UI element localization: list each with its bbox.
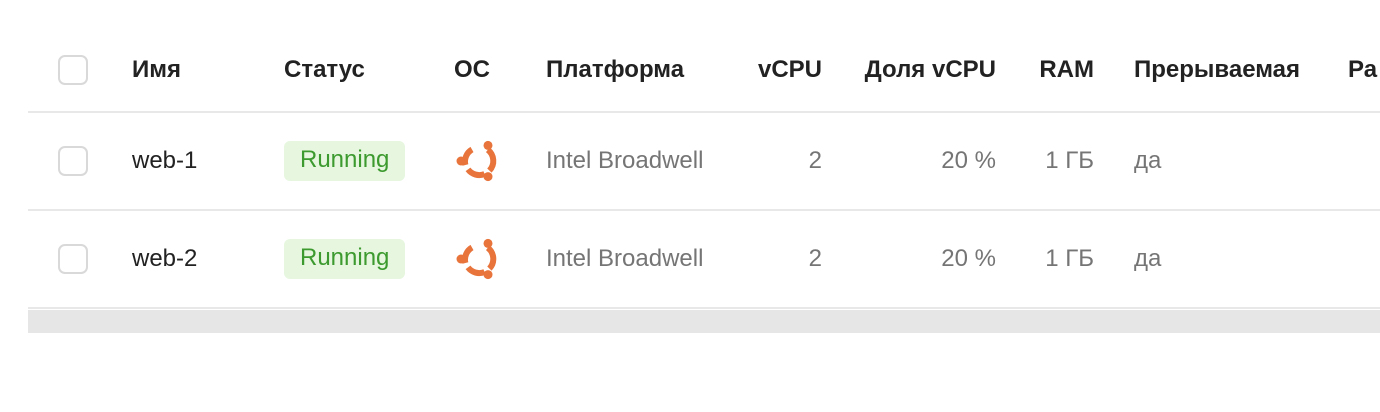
- column-header-status[interactable]: Статус: [284, 28, 365, 111]
- horizontal-scrollbar[interactable]: [28, 310, 1380, 333]
- os-cell: [454, 211, 504, 307]
- instances-table: Имя Статус ОС Платформа vCPU Доля vCPU R…: [28, 28, 1380, 333]
- column-header-ram[interactable]: RAM: [1036, 28, 1094, 111]
- row-checkbox-cell: [58, 113, 98, 209]
- row-checkbox[interactable]: [58, 146, 88, 176]
- column-header-platform[interactable]: Платформа: [546, 28, 684, 111]
- row-checkbox-cell: [58, 211, 98, 307]
- ram-value: 1 ГБ: [1045, 245, 1094, 272]
- platform-value: Intel Broadwell: [546, 245, 704, 272]
- column-header-vcpu-share[interactable]: Доля vCPU: [862, 28, 996, 111]
- ram-value: 1 ГБ: [1045, 147, 1094, 174]
- vcpu-share-value: 20 %: [941, 245, 996, 272]
- ubuntu-icon: [456, 238, 497, 280]
- preemptible-value: да: [1134, 147, 1162, 174]
- instance-name[interactable]: web-2: [132, 211, 197, 307]
- table-row[interactable]: web-1 Running Intel Broadwell 2 20 % 1 Г…: [28, 113, 1380, 211]
- ubuntu-icon: [456, 140, 497, 182]
- column-header-truncated[interactable]: Ра: [1348, 28, 1377, 111]
- vcpu-value: 2: [808, 245, 822, 272]
- status-badge: Running: [284, 141, 406, 181]
- column-header-os[interactable]: ОС: [454, 28, 490, 111]
- row-checkbox[interactable]: [58, 244, 88, 274]
- column-header-preemptible[interactable]: Прерываемая: [1134, 28, 1300, 111]
- status-badge: Running: [284, 239, 406, 279]
- select-all-checkbox[interactable]: [58, 54, 88, 85]
- platform-value: Intel Broadwell: [546, 147, 704, 174]
- preemptible-value: да: [1134, 245, 1162, 272]
- vcpu-share-value: 20 %: [941, 147, 996, 174]
- os-cell: [454, 113, 504, 209]
- table-row[interactable]: web-2 Running Intel Broadwell 2 20 % 1 Г…: [28, 211, 1380, 309]
- vcpu-value: 2: [808, 147, 822, 174]
- column-header-vcpu[interactable]: vCPU: [756, 28, 822, 111]
- column-header-name[interactable]: Имя: [132, 28, 181, 111]
- table-header: Имя Статус ОС Платформа vCPU Доля vCPU R…: [28, 28, 1380, 113]
- status-cell: Running: [284, 113, 406, 209]
- status-cell: Running: [284, 211, 406, 307]
- instance-name[interactable]: web-1: [132, 113, 197, 209]
- header-checkbox-cell: [58, 28, 98, 111]
